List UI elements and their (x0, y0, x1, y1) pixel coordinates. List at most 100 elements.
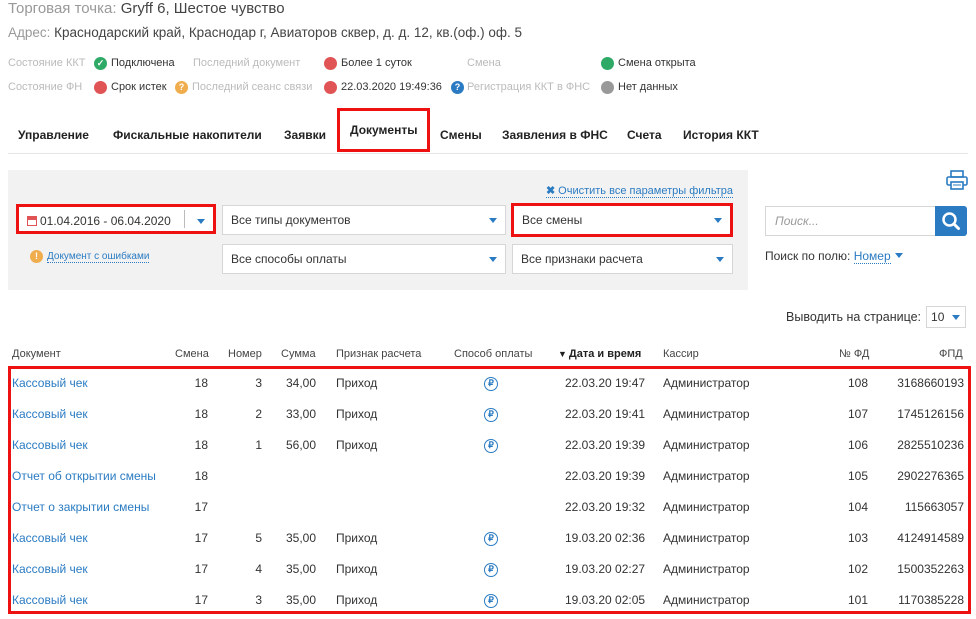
close-icon: ✖ (545, 185, 556, 197)
tab-kkt-history[interactable]: История ККТ (683, 118, 759, 152)
tab-invoices[interactable]: Счета (627, 118, 662, 152)
print-icon[interactable] (946, 170, 968, 190)
table-body: Кассовый чек 18 3 34,00 Приход ₽22.03.20 19:4… (0, 368, 976, 616)
ruble-icon: ₽ (484, 377, 498, 391)
cell-document[interactable]: Отчет о закрытии смены (12, 500, 149, 514)
status-red-dot-icon (324, 80, 337, 94)
table-row[interactable]: Отчет о закрытии смены 17 22.03.20 19:32 Ад… (0, 492, 976, 523)
address: Адрес: Краснодарский край, Краснодар г, … (8, 25, 522, 40)
cell-payment: ₽ (484, 375, 498, 391)
chevron-down-icon (716, 257, 724, 262)
payment-methods-select[interactable]: Все способы оплаты (222, 244, 506, 274)
cell-fd: 104 (847, 500, 868, 514)
kkt-state-value: Подключена (111, 57, 175, 69)
tab-fiscal-storage[interactable]: Фискальные накопители (113, 118, 262, 152)
chevron-down-icon (489, 257, 497, 262)
fns-reg-help[interactable]: ? (451, 80, 468, 94)
col-datetime[interactable]: ▼ Дата и время (558, 348, 641, 360)
table-row[interactable]: Отчет об открытии смены 18 22.03.20 19:39 А… (0, 461, 976, 492)
shifts-select[interactable]: Все смены (511, 203, 733, 237)
shift-label: Смена (467, 57, 501, 69)
cell-cashier: Администратор (663, 376, 750, 390)
fns-reg-label: Регистрация ККТ в ФНС (467, 81, 591, 93)
col-payment[interactable]: Способ оплаты (454, 348, 532, 360)
col-sum[interactable]: Сумма (281, 348, 316, 360)
tab-requests[interactable]: Заявки (284, 118, 326, 152)
cell-calc-sign: Приход (336, 438, 378, 452)
tab-fns-applications[interactable]: Заявления в ФНС (502, 118, 608, 152)
col-calc-sign[interactable]: Признак расчета (336, 348, 421, 360)
table-row[interactable]: Кассовый чек 18 2 33,00 Приход ₽22.03.20 19:4… (0, 399, 976, 430)
search-input[interactable]: Поиск... (765, 206, 935, 236)
search-field-select[interactable]: Номер (853, 249, 891, 264)
col-number[interactable]: Номер (228, 348, 262, 360)
col-document[interactable]: Документ (12, 348, 61, 360)
cell-fd: 107 (847, 407, 868, 421)
search-field-label: Поиск по полю: (765, 249, 851, 263)
ruble-icon: ₽ (484, 439, 498, 453)
search-button[interactable] (935, 206, 967, 236)
table-row[interactable]: Кассовый чек 17 3 35,00 Приход ₽19.03.20 02:0… (0, 585, 976, 616)
cell-shift: 18 (194, 469, 208, 483)
per-page-label: Выводить на странице: (786, 310, 922, 324)
tab-management[interactable]: Управление (18, 118, 89, 152)
cell-document[interactable]: Кассовый чек (12, 376, 88, 390)
clear-filters-link[interactable]: ✖ Очистить все параметры фильтра (545, 184, 733, 198)
cell-shift: 18 (194, 407, 208, 421)
chevron-down-icon[interactable] (894, 253, 903, 258)
error-docs-link[interactable]: ! Документ с ошибками (30, 250, 150, 263)
cell-fd: 102 (847, 562, 868, 576)
table-row[interactable]: Кассовый чек 17 4 35,00 Приход ₽19.03.20 02:2… (0, 554, 976, 585)
cell-cashier: Администратор (663, 562, 750, 576)
col-cashier[interactable]: Кассир (663, 348, 699, 360)
fns-reg-value: Нет данных (618, 81, 678, 93)
cell-document[interactable]: Кассовый чек (12, 438, 88, 452)
table-header: Документ Смена Номер Сумма Признак расче… (0, 345, 976, 365)
ruble-icon: ₽ (484, 563, 498, 577)
cell-fpd: 4124914589 (897, 531, 964, 545)
col-fpd[interactable]: ФПД (939, 348, 963, 360)
cell-document[interactable]: Отчет об открытии смены (12, 469, 156, 483)
date-range-select[interactable]: 01.04.2016 - 06.04.2020 (16, 204, 216, 234)
col-shift[interactable]: Смена (175, 348, 209, 360)
question-icon[interactable]: ? (451, 80, 464, 94)
fn-state-label: Состояние ФН (8, 81, 83, 93)
shifts-value: Все смены (522, 213, 583, 227)
cell-payment: ₽ (484, 437, 498, 453)
table-row[interactable]: Кассовый чек 18 1 56,00 Приход ₽22.03.20 19:3… (0, 430, 976, 461)
cell-document[interactable]: Кассовый чек (12, 593, 88, 607)
table-row[interactable]: Кассовый чек 17 5 35,00 Приход ₽19.03.20 02:3… (0, 523, 976, 554)
tab-documents[interactable]: Документы (337, 108, 431, 152)
sort-desc-icon: ▼ (558, 349, 567, 359)
cell-document[interactable]: Кассовый чек (12, 407, 88, 421)
cell-shift: 18 (194, 438, 208, 452)
cell-calc-sign: Приход (336, 376, 378, 390)
chevron-down-icon (714, 218, 722, 223)
question-icon[interactable]: ? (175, 80, 188, 94)
cell-document[interactable]: Кассовый чек (12, 531, 88, 545)
col-fd[interactable]: № ФД (839, 348, 869, 360)
cell-cashier: Администратор (663, 593, 750, 607)
last-session-help[interactable]: ? (175, 80, 192, 94)
cell-fpd: 3168660193 (897, 376, 964, 390)
cell-document[interactable]: Кассовый чек (12, 562, 88, 576)
cell-payment: ₽ (484, 592, 498, 608)
date-range-value: 01.04.2016 - 06.04.2020 (40, 214, 171, 228)
calendar-icon (27, 216, 37, 226)
search-icon (942, 212, 960, 230)
cell-datetime: 22.03.20 19:39 (565, 469, 646, 483)
status-grey-dot-icon (601, 80, 614, 94)
tab-bar: Управление Фискальные накопители Заявки … (8, 108, 968, 154)
table-row[interactable]: Кассовый чек 18 3 34,00 Приход ₽22.03.20 19:4… (0, 368, 976, 399)
doc-types-select[interactable]: Все типы документов (222, 205, 506, 235)
search-field: Поиск по полю: Номер (765, 249, 903, 264)
cell-calc-sign: Приход (336, 531, 378, 545)
calc-signs-select[interactable]: Все признаки расчета (512, 244, 733, 274)
per-page-select[interactable]: 10 (926, 306, 967, 328)
payment-methods-value: Все способы оплаты (231, 252, 347, 266)
doc-types-value: Все типы документов (231, 213, 351, 227)
kkt-state-label: Состояние ККТ (8, 57, 86, 69)
cell-sum: 35,00 (285, 593, 316, 607)
status-row-2: Состояние ФН Срок истек ? Последний сеан… (0, 79, 976, 95)
tab-shifts[interactable]: Смены (440, 118, 482, 152)
